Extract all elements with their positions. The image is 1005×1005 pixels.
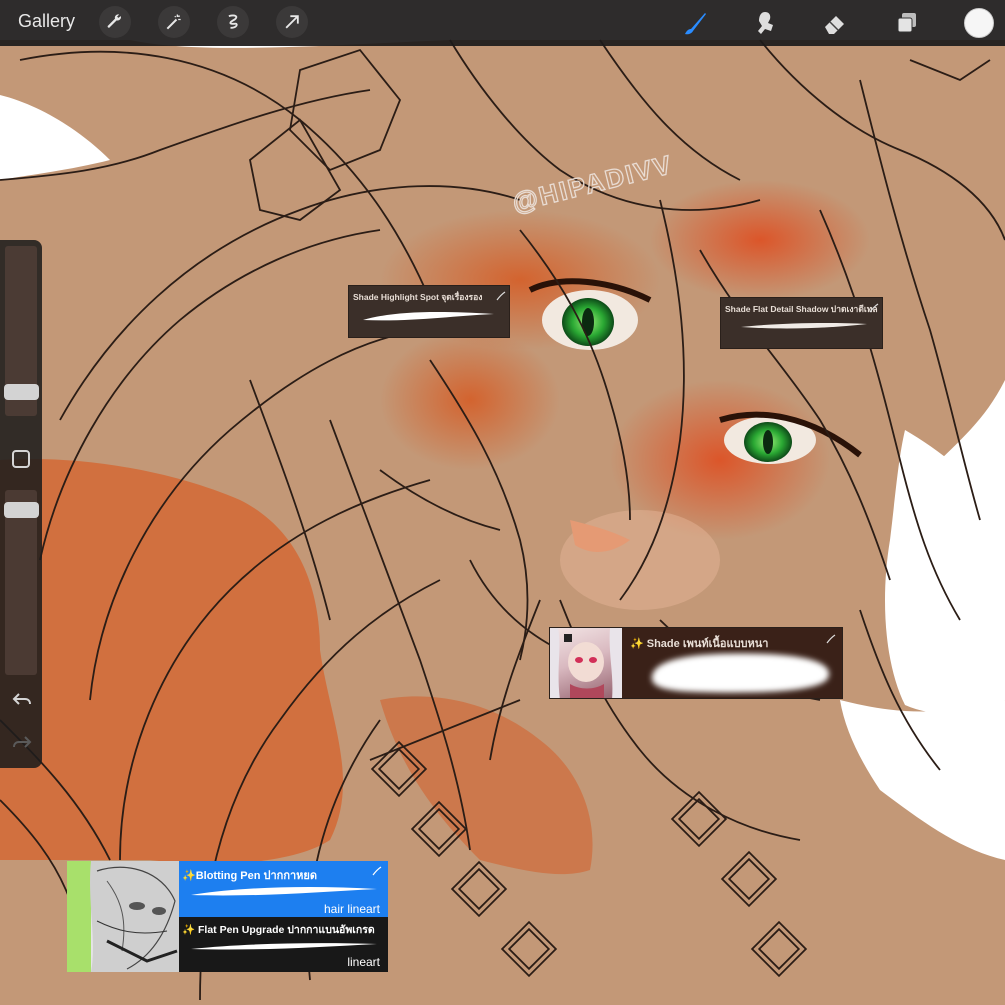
brush-stroke-preview [651, 653, 830, 693]
feather-icon [496, 291, 506, 301]
brush-card-title: Shade Flat Detail Shadow ปาดเงาดีเทล [725, 304, 878, 314]
opacity-thumb[interactable] [4, 502, 39, 518]
gallery-button[interactable]: Gallery [18, 11, 75, 32]
brush-stroke-preview [363, 312, 494, 321]
square-icon[interactable] [12, 450, 30, 468]
brush-tag: hair lineart [323, 902, 380, 916]
smudge-icon[interactable] [748, 6, 782, 40]
feather-icon [372, 866, 382, 876]
brush-card-thick-paint: ✨ Shade เพนท์เนื้อแบบหนา [549, 627, 843, 699]
magic-wand-icon[interactable] [158, 6, 190, 38]
drawing-canvas[interactable]: @HIPADIVV [0, 0, 1005, 1005]
brush-card-pen-set: ✨Blotting Pen ปากกาหยด hair lineart ✨ Fl… [67, 861, 388, 972]
top-toolbar: Gallery [0, 0, 1005, 46]
brush-icon[interactable] [678, 6, 712, 40]
brush-row-flat-pen[interactable]: ✨ Flat Pen Upgrade ปากกาแบนอัพเกรด linea… [179, 917, 388, 972]
selection-icon[interactable] [217, 6, 249, 38]
feather-icon [869, 303, 879, 313]
brush-row-blotting-pen[interactable]: ✨Blotting Pen ปากกาหยด hair lineart [179, 861, 388, 917]
brush-size-thumb[interactable] [4, 384, 39, 400]
brush-thumbnail-image [67, 861, 179, 972]
layers-icon[interactable] [890, 6, 924, 40]
feather-icon [826, 634, 836, 644]
brush-thumbnail-image [550, 628, 622, 698]
undo-arrow-icon[interactable] [11, 689, 33, 711]
brush-tag: lineart [347, 955, 380, 969]
brush-card-highlight-spot: Shade Highlight Spot จุดเรื่องรอง [348, 285, 510, 338]
wrench-icon[interactable] [99, 6, 131, 38]
brush-card-flat-detail: Shade Flat Detail Shadow ปาดเงาดีเทล [720, 297, 883, 349]
brush-title: ✨Blotting Pen ปากกาหยด [182, 870, 318, 882]
brush-card-title: Shade Highlight Spot จุดเรื่องรอง [353, 292, 483, 302]
brush-title: ✨ Flat Pen Upgrade ปากกาแบนอัพเกรด [182, 924, 375, 936]
eraser-icon[interactable] [818, 6, 852, 40]
color-picker-button[interactable] [964, 8, 994, 38]
brush-stroke-preview [191, 887, 377, 896]
left-sidebar [0, 240, 42, 768]
brush-stroke-preview [741, 323, 867, 329]
redo-arrow-icon[interactable] [11, 732, 33, 754]
brush-stroke-preview [191, 943, 377, 950]
transform-arrow-icon[interactable] [276, 6, 308, 38]
